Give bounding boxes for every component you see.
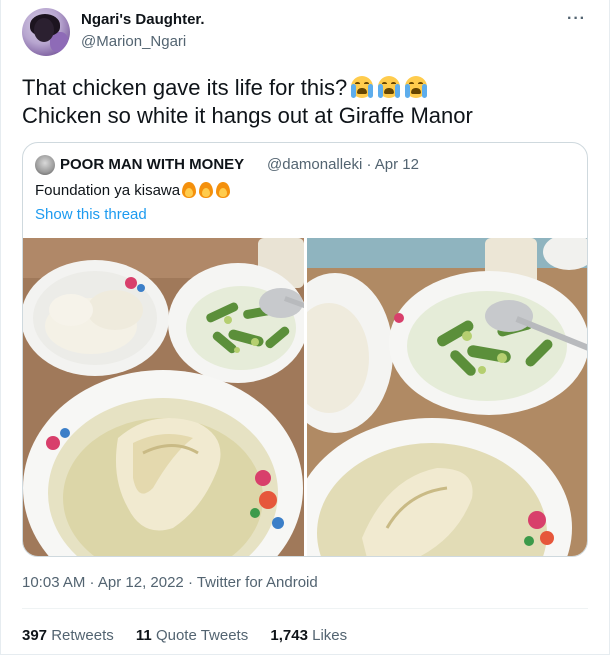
quote-tweets-stat[interactable]: 11 Quote Tweets — [136, 627, 248, 644]
loudly-crying-face-icon — [377, 76, 401, 98]
retweets-stat[interactable]: 397 Retweets — [22, 627, 114, 644]
tweet-line-1: That chicken gave its life for this? — [22, 74, 592, 102]
more-options-icon[interactable]: ··· — [567, 10, 586, 28]
tweet-line-2: Chicken so white it hangs out at Giraffe… — [22, 103, 473, 128]
author-avatar[interactable] — [22, 8, 70, 56]
quoted-tweet[interactable]: POOR MAN WITH MONEY @damonalleki · Apr 1… — [22, 142, 588, 557]
food-photo-left-image — [23, 238, 304, 556]
quoted-author-name[interactable]: POOR MAN WITH MONEY — [60, 156, 244, 173]
loudly-crying-face-icon — [350, 76, 374, 98]
loudly-crying-face-icon — [404, 76, 428, 98]
tweet-line-1-text: That chicken gave its life for this? — [22, 75, 348, 100]
quoted-text: Foundation ya kisawa — [35, 181, 231, 199]
tweet-stats: 397 Retweets 11 Quote Tweets 1,743 Likes — [22, 627, 365, 644]
fire-icon — [181, 181, 197, 198]
likes-count: 1,743 — [270, 627, 308, 644]
likes-stat[interactable]: 1,743 Likes — [270, 627, 347, 644]
quote-tweets-label: Quote Tweets — [155, 627, 249, 644]
likes-label: Likes — [312, 627, 348, 644]
quoted-handle-date[interactable]: @damonalleki · Apr 12 — [267, 156, 419, 173]
show-thread-link[interactable]: Show this thread — [35, 206, 147, 223]
food-photo-left[interactable] — [23, 238, 304, 556]
retweets-label: Retweets — [51, 627, 114, 644]
food-photo-right-image — [307, 238, 587, 556]
author-handle[interactable]: @Marion_Ngari — [81, 33, 186, 50]
quoted-author-avatar[interactable] — [35, 155, 55, 175]
fire-icon — [215, 181, 231, 198]
tweet-text: That chicken gave its life for this? Chi… — [22, 74, 592, 130]
quoted-text-body: Foundation ya kisawa — [35, 182, 181, 199]
stats-divider — [22, 608, 588, 609]
retweets-count: 397 — [22, 627, 48, 644]
author-display-name[interactable]: Ngari's Daughter. — [81, 11, 205, 28]
quote-tweets-count: 11 — [135, 627, 152, 644]
avatar-face — [34, 18, 54, 42]
food-photo-right[interactable] — [307, 238, 587, 556]
fire-icon — [198, 181, 214, 198]
tweet-timestamp[interactable]: 10:03 AM · Apr 12, 2022 · Twitter for An… — [22, 574, 318, 591]
